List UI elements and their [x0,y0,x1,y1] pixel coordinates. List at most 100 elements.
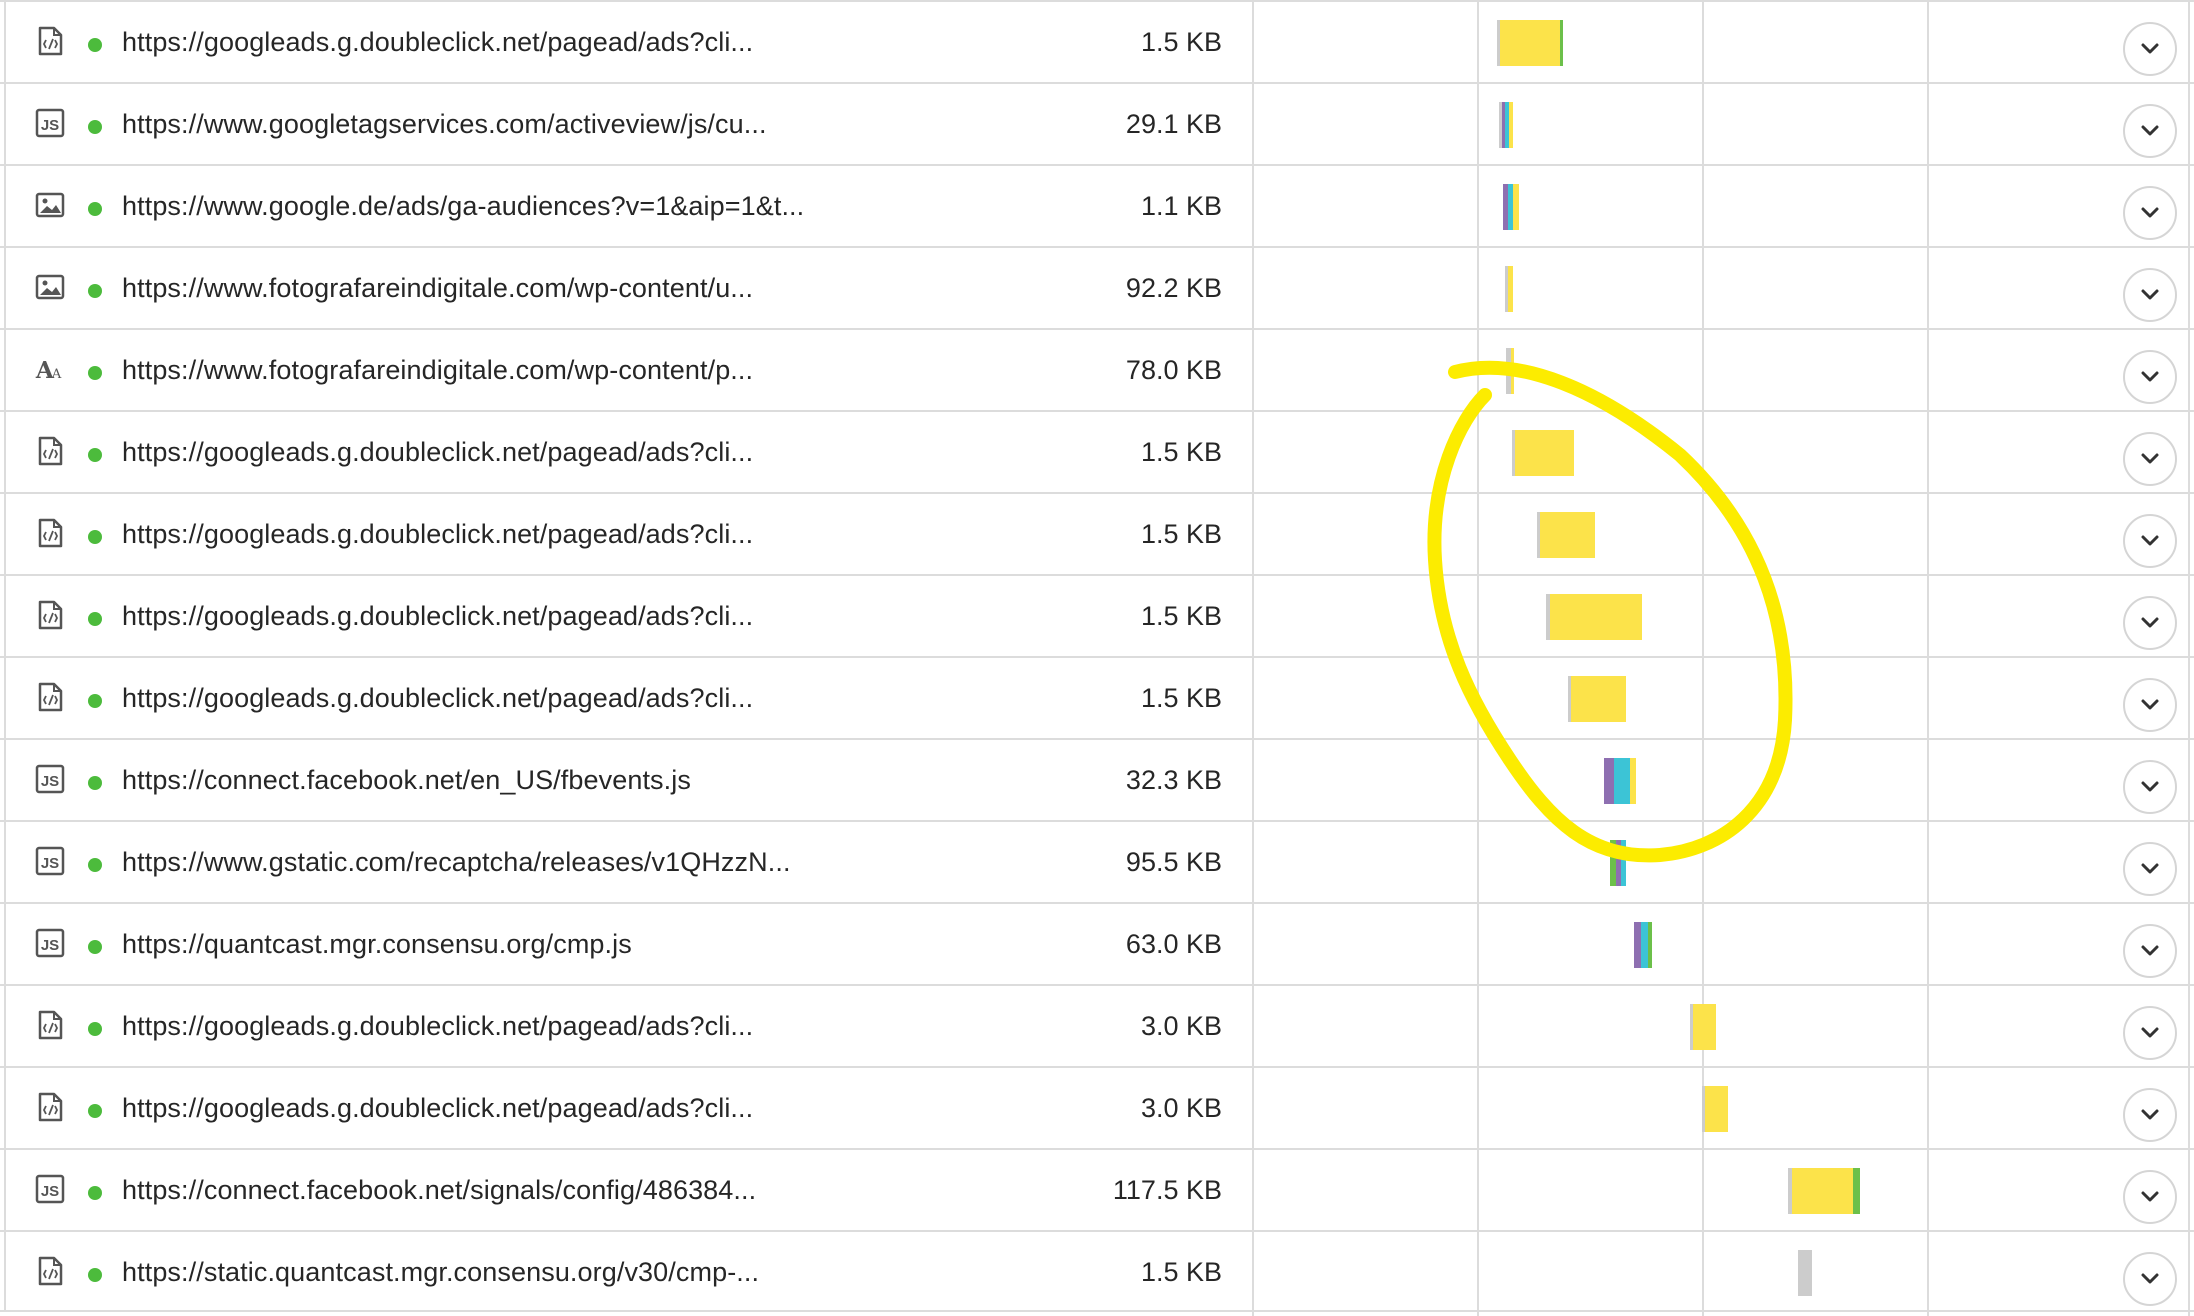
waterfall-bar[interactable] [1499,102,1513,148]
status-dot [88,530,102,544]
waterfall-bar[interactable] [1788,1168,1860,1214]
row-left-border [4,576,6,656]
expand-row-button[interactable] [2123,924,2177,978]
request-size: 117.5 KB [1112,1175,1222,1205]
request-row[interactable]: https://googleads.g.doubleclick.net/page… [0,656,2194,738]
html-file-icon [35,518,65,548]
status-dot [88,366,102,380]
waterfall-bar[interactable] [1497,20,1563,66]
request-url[interactable]: https://googleads.g.doubleclick.net/page… [122,598,753,634]
request-row[interactable]: https://static.quantcast.mgr.consensu.or… [0,1230,2194,1312]
expand-row-button[interactable] [2123,596,2177,650]
request-row[interactable]: JS https://quantcast.mgr.consensu.org/cmp… [0,902,2194,984]
waterfall-bar[interactable] [1537,512,1595,558]
request-row[interactable]: https://googleads.g.doubleclick.net/page… [0,1066,2194,1148]
waterfall-bar[interactable] [1690,1004,1716,1050]
request-row[interactable]: https://googleads.g.doubleclick.net/page… [0,410,2194,492]
status-dot [88,1268,102,1282]
request-url[interactable]: https://connect.facebook.net/signals/con… [122,1172,756,1208]
expand-row-button[interactable] [2123,678,2177,732]
waterfall-bar[interactable] [1512,430,1574,476]
expand-row-button[interactable] [2123,186,2177,240]
row-left-border [4,1150,6,1230]
row-left-border [4,1068,6,1148]
row-left-border [4,248,6,328]
svg-text:A: A [51,367,62,382]
request-url[interactable]: https://googleads.g.doubleclick.net/page… [122,24,753,60]
request-row[interactable]: https://googleads.g.doubleclick.net/page… [0,574,2194,656]
request-row[interactable]: JS https://www.googletagservices.com/acti… [0,82,2194,164]
request-row[interactable]: https://googleads.g.doubleclick.net/page… [0,0,2194,82]
expand-row-button[interactable] [2123,268,2177,322]
waterfall-bar[interactable] [1546,594,1642,640]
expand-row-button[interactable] [2123,514,2177,568]
request-url[interactable]: https://static.quantcast.mgr.consensu.or… [122,1254,759,1290]
expand-row-button[interactable] [2123,1170,2177,1224]
chevron-down-icon [2141,781,2159,792]
request-size: 92.2 KB [1125,273,1222,303]
expand-row-button[interactable] [2123,104,2177,158]
request-url[interactable]: https://connect.facebook.net/en_US/fbeve… [122,762,691,798]
font-file-icon: AA [35,354,65,384]
expand-row-button[interactable] [2123,1252,2177,1306]
row-left-border [4,904,6,984]
chevron-down-icon [2141,453,2159,464]
expand-row-button[interactable] [2123,22,2177,76]
waterfall-bar[interactable] [1798,1250,1812,1296]
request-url[interactable]: https://www.fotografareindigitale.com/wp… [122,270,753,306]
html-file-icon [35,26,65,56]
expand-row-button[interactable] [2123,760,2177,814]
chevron-down-icon [2141,699,2159,710]
expand-row-button[interactable] [2123,350,2177,404]
request-url[interactable]: https://googleads.g.doubleclick.net/page… [122,434,753,470]
waterfall-bar[interactable] [1568,676,1626,722]
status-dot [88,1186,102,1200]
expand-row-button[interactable] [2123,1088,2177,1142]
request-row[interactable]: https://googleads.g.doubleclick.net/page… [0,984,2194,1066]
waterfall-bar[interactable] [1610,840,1626,886]
chevron-down-icon [2141,1109,2159,1120]
svg-text:JS: JS [41,117,59,134]
request-row[interactable]: A A https://www.fotografareindigitale.com/… [0,328,2194,410]
request-url[interactable]: https://www.fotografareindigitale.com/wp… [122,352,753,388]
status-dot [88,694,102,708]
expand-row-button[interactable] [2123,432,2177,486]
waterfall-bar[interactable] [1503,184,1519,230]
waterfall-bar[interactable] [1506,348,1514,394]
request-row[interactable]: JS https://www.gstatic.com/recaptcha/rele… [0,820,2194,902]
waterfall-bar[interactable] [1634,922,1652,968]
waterfall-bar[interactable] [1505,266,1513,312]
request-row[interactable]: JS https://connect.facebook.net/en_US/fbe… [0,738,2194,820]
html-file-icon [35,436,65,466]
request-url[interactable]: https://googleads.g.doubleclick.net/page… [122,516,753,552]
waterfall-bar[interactable] [1604,758,1636,804]
request-url[interactable]: https://www.gstatic.com/recaptcha/releas… [122,844,791,880]
request-row[interactable]: https://www.google.de/ads/ga-audiences?v… [0,164,2194,246]
html-file-icon [35,682,65,712]
bar-segment-dns [1604,758,1614,804]
request-size: 32.3 KB [1125,765,1222,795]
request-url[interactable]: https://googleads.g.doubleclick.net/page… [122,680,753,716]
request-url[interactable]: https://quantcast.mgr.consensu.org/cmp.j… [122,926,632,962]
request-url[interactable]: https://www.google.de/ads/ga-audiences?v… [122,188,804,224]
request-size: 1.5 KB [1140,519,1222,549]
image-file-icon [35,272,65,302]
expand-row-button[interactable] [2123,1006,2177,1060]
expand-row-button[interactable] [2123,842,2177,896]
request-row[interactable]: https://www.fotografareindigitale.com/wp… [0,246,2194,328]
request-row[interactable]: JS https://connect.facebook.net/signals/c… [0,1148,2194,1230]
bar-segment-dns [1634,922,1642,968]
request-url[interactable]: https://googleads.g.doubleclick.net/page… [122,1090,753,1126]
js-file-icon: JS [35,846,65,876]
request-size: 63.0 KB [1125,929,1222,959]
request-size: 29.1 KB [1125,109,1222,139]
request-url[interactable]: https://googleads.g.doubleclick.net/page… [122,1008,753,1044]
waterfall-bar[interactable] [1702,1086,1728,1132]
bar-segment-wait [1629,758,1636,804]
request-row[interactable]: https://googleads.g.doubleclick.net/page… [0,492,2194,574]
bar-segment-wait [1515,430,1574,476]
bar-segment-wait [1508,102,1513,148]
request-size: 1.5 KB [1140,683,1222,713]
request-size: 3.0 KB [1140,1011,1222,1041]
request-url[interactable]: https://www.googletagservices.com/active… [122,106,767,142]
